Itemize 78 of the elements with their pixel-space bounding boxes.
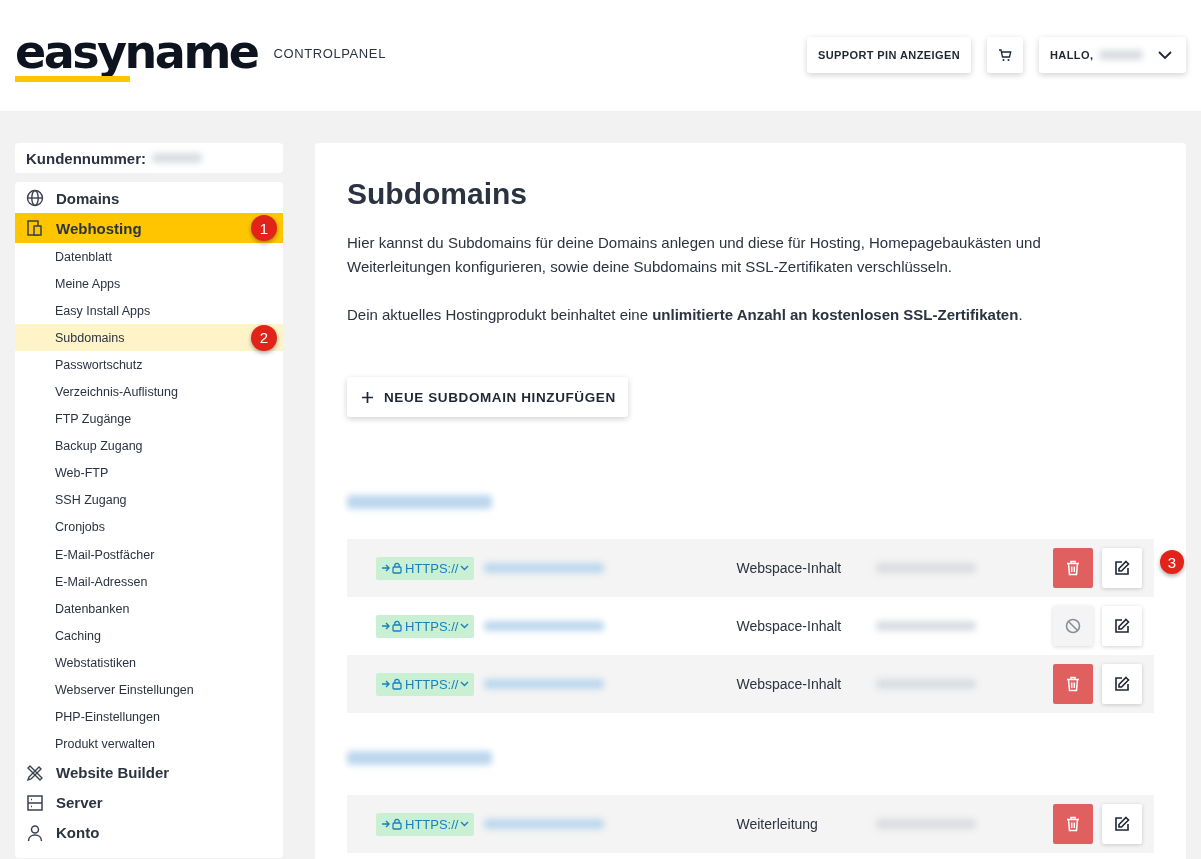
pencil-ruler-icon — [26, 763, 44, 782]
edit-button[interactable] — [1102, 606, 1142, 646]
devices-icon — [26, 219, 44, 237]
delete-button[interactable] — [1053, 664, 1093, 704]
edit-button[interactable] — [1102, 664, 1142, 704]
arrow-lock-icon — [381, 818, 403, 830]
trash-icon — [1066, 676, 1080, 692]
customer-number-label: Kundennummer: — [26, 149, 146, 167]
sidebar-subitem[interactable]: E-Mail-Adressen — [15, 568, 283, 596]
edit-icon — [1114, 618, 1130, 634]
chevron-down-icon — [460, 681, 470, 687]
sidebar-item[interactable]: Webhosting 1 — [15, 213, 283, 243]
redacted-block — [1099, 50, 1144, 60]
arrow-lock-icon — [381, 562, 403, 574]
sidebar-subitem[interactable]: Webserver Einstellungen — [15, 676, 283, 704]
sidebar-subitem[interactable]: Datenblatt — [15, 243, 283, 271]
sidebar-subitem[interactable]: Meine Apps — [15, 270, 283, 298]
sidebar-subitem[interactable]: E-Mail-Postfächer — [15, 541, 283, 569]
prohibited-icon — [1065, 618, 1081, 634]
arrow-lock-icon — [381, 620, 403, 632]
protocol-dropdown[interactable]: HTTPS:// — [376, 672, 475, 696]
content-type-text: Webspace-Inhalt — [736, 560, 843, 576]
sidebar-subitem[interactable]: Backup Zugang — [15, 432, 283, 460]
edit-button[interactable] — [1102, 548, 1142, 588]
intro-text: Hier kannst du Subdomains für deine Domains anlegen und diese für Hosting, Homepagebaukästen und Weiterleitungen konfigurieren, sowie deine Subdomains mit SSL-Zertifikaten verschlüsseln. — [347, 233, 1042, 277]
sidebar-item[interactable]: Server — [15, 787, 283, 818]
content-type-text: Webspace-Inhalt — [736, 676, 843, 692]
chevron-down-icon — [460, 623, 470, 629]
plus-icon — [361, 390, 374, 404]
arrow-lock-icon — [381, 678, 403, 690]
chevron-down-icon — [460, 821, 470, 827]
user-menu-button[interactable]: HALLO, — [1039, 37, 1186, 73]
content-type-text: Webspace-Inhalt — [736, 618, 843, 634]
sidebar-subitem[interactable]: Verzeichnis-Auflistung — [15, 378, 283, 406]
edit-button[interactable] — [1102, 804, 1142, 844]
cart-button[interactable] — [987, 37, 1023, 73]
sidebar-subitem[interactable]: Web-FTP — [15, 459, 283, 487]
protocol-dropdown[interactable]: HTTPS:// — [376, 556, 475, 580]
person-icon — [26, 823, 44, 842]
sidebar-subitem[interactable]: FTP Zugänge — [15, 405, 283, 433]
sidebar-subitem[interactable]: Webstatistiken — [15, 649, 283, 677]
logo-subtitle: CONTROLPANEL — [273, 45, 386, 61]
delete-button[interactable] — [1053, 548, 1093, 588]
sidebar-subitem[interactable]: Cronjobs — [15, 513, 283, 542]
sidebar-subitem[interactable]: Easy Install Apps — [15, 297, 283, 325]
annotation-badge: 2 — [251, 324, 277, 351]
sidebar-subitem[interactable]: PHP-Einstellungen — [15, 703, 283, 731]
ssl-note: Dein aktuelles Hostingprodukt beinhaltet eine unlimitierte Anzahl an kostenlosen SSL-Zertifikaten. — [347, 305, 1024, 325]
sidebar-subitem[interactable]: Subdomains 2 — [15, 324, 283, 352]
sidebar-item[interactable]: Domains — [15, 183, 283, 213]
annotation-badge: 3 — [1160, 550, 1184, 574]
redacted-block — [152, 153, 202, 163]
chevron-down-icon — [1158, 50, 1172, 60]
sidebar-subitem[interactable]: Passwortschutz — [15, 351, 283, 379]
page-title: Subdomains — [347, 177, 528, 211]
sidebar-subitem[interactable]: Caching — [15, 622, 283, 650]
cart-icon — [998, 48, 1012, 62]
support-pin-button[interactable]: SUPPORT PIN ANZEIGEN — [806, 37, 971, 73]
trash-icon — [1066, 816, 1080, 832]
sidebar-subitem[interactable]: SSH Zugang — [15, 486, 283, 514]
server-icon — [26, 793, 44, 812]
edit-icon — [1114, 560, 1130, 576]
protocol-dropdown[interactable]: HTTPS:// — [376, 614, 475, 638]
edit-icon — [1114, 676, 1130, 692]
protocol-dropdown[interactable]: HTTPS:// — [376, 812, 475, 836]
sidebar-subitem[interactable]: Datenbanken — [15, 595, 283, 623]
sidebar-subitem[interactable]: Produkt verwalten — [15, 730, 283, 758]
annotation-badge: 1 — [251, 215, 277, 241]
sidebar-item[interactable]: Konto — [15, 817, 283, 848]
trash-icon — [1066, 560, 1080, 576]
globe-icon — [26, 189, 44, 207]
edit-icon — [1114, 816, 1130, 832]
delete-button[interactable] — [1053, 804, 1093, 844]
logo[interactable]: easyname — [15, 30, 258, 82]
sidebar-item[interactable]: Website Builder — [15, 757, 283, 788]
chevron-down-icon — [460, 565, 470, 571]
add-subdomain-button[interactable]: NEUE SUBDOMAIN HINZUFÜGEN — [347, 377, 628, 417]
content-type-text: Weiterleitung — [736, 816, 819, 832]
